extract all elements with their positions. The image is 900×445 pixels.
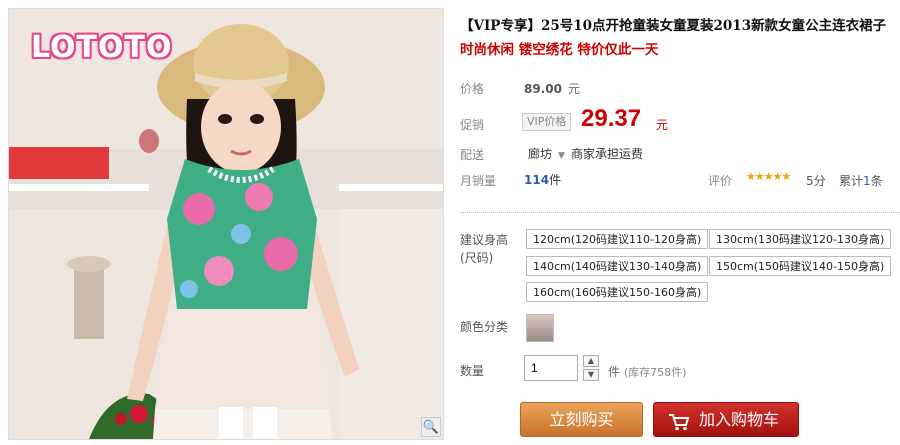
- quantity-increase-icon[interactable]: ▲: [583, 355, 599, 367]
- size-option-160[interactable]: 160cm(160码建议150-160身高): [526, 282, 709, 302]
- buy-now-button[interactable]: 立刻购买: [520, 402, 643, 437]
- promo-price: 29.37: [581, 105, 642, 132]
- original-price-value: 89.00: [524, 82, 562, 96]
- stock-info: 件 (库存758件): [608, 363, 686, 380]
- review-label: 评价: [708, 174, 733, 188]
- shopping-cart-icon: [668, 403, 690, 438]
- rating-score: 5分: [806, 174, 826, 188]
- shipping-origin[interactable]: 廊坊: [528, 147, 552, 161]
- color-swatch[interactable]: [526, 314, 554, 342]
- review-tally-count: 1: [863, 174, 871, 188]
- review-tally-unit: 条: [870, 174, 883, 188]
- review-tally[interactable]: 累计1条: [839, 172, 883, 189]
- divider: [460, 212, 900, 213]
- vip-price-tag: VIP价格: [522, 113, 572, 131]
- stock-count: (库存758件): [623, 366, 687, 379]
- product-subtitle: 时尚休闲 镂空绣花 特价仅此一天: [460, 42, 659, 58]
- quantity-input[interactable]: [524, 355, 578, 381]
- shipping-label: 配送: [460, 148, 485, 162]
- promo-label: 促销: [460, 118, 485, 132]
- monthly-sales-count: 114: [524, 173, 550, 187]
- monthly-sales: 114件: [524, 171, 561, 188]
- add-to-cart-button[interactable]: 加入购物车: [653, 402, 799, 437]
- product-title: 【VIP专享】25号10点开抢童装女童夏装2013新款女童公主连衣裙子: [460, 18, 887, 34]
- shipping-info: 廊坊 ▼ 商家承担运费: [528, 145, 643, 162]
- shipping-note: 商家承担运费: [570, 147, 643, 161]
- brand-logo: LOTOTO: [31, 30, 173, 65]
- price-label: 价格: [460, 82, 485, 96]
- size-option-120[interactable]: 120cm(120码建议110-120身高): [526, 229, 709, 249]
- size-option-150[interactable]: 150cm(150码建议140-150身高): [709, 256, 892, 276]
- monthly-sales-label: 月销量: [460, 174, 497, 188]
- add-to-cart-label: 加入购物车: [699, 412, 780, 429]
- review-tally-prefix: 累计: [839, 174, 864, 188]
- magnifier-icon[interactable]: 🔍: [421, 417, 441, 437]
- quantity-decrease-icon[interactable]: ▼: [583, 369, 599, 381]
- original-price-unit: 元: [567, 82, 580, 96]
- size-option-140[interactable]: 140cm(140码建议130-140身高): [526, 256, 709, 276]
- monthly-sales-unit: 件: [549, 173, 562, 187]
- product-photo-illustration: [9, 9, 443, 439]
- quantity-unit: 件: [608, 365, 621, 379]
- promo-price-unit: 元: [656, 118, 669, 132]
- color-label: 颜色分类: [460, 320, 509, 334]
- original-price: 89.00 元: [524, 80, 580, 97]
- chevron-down-icon[interactable]: ▼: [558, 151, 565, 161]
- size-label: 建议身高(尺码): [460, 233, 509, 265]
- rating-stars-icon: ★★★★★: [746, 170, 791, 183]
- quantity-label: 数量: [460, 364, 485, 378]
- product-image[interactable]: LOTOTO 🔍: [8, 8, 444, 440]
- size-option-130[interactable]: 130cm(130码建议120-130身高): [709, 229, 892, 249]
